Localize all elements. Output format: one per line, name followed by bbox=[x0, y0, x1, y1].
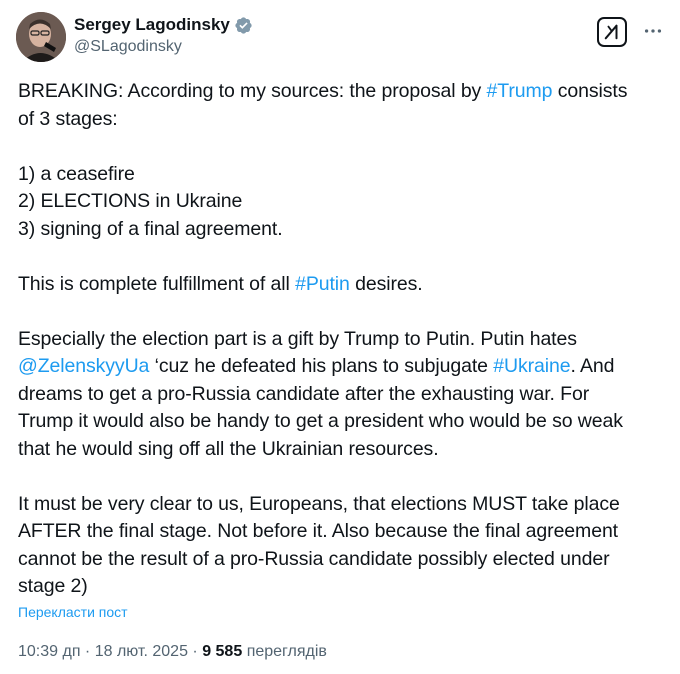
text-run: ‘cuz he defeated his plans to subjugate bbox=[149, 355, 494, 377]
tweet-line: 3) signing of a final agreement. bbox=[18, 217, 283, 240]
tweet-line: stage 2) bbox=[18, 575, 88, 597]
tweet-line: It must be very clear to us, Europeans, … bbox=[18, 492, 620, 515]
hashtag-putin[interactable]: #Putin bbox=[295, 273, 350, 295]
text-run: BREAKING: According to my sources: the p… bbox=[18, 80, 487, 102]
hashtag-ukraine[interactable]: #Ukraine bbox=[493, 355, 570, 377]
tweet-line: Especially the election part is a gift b… bbox=[18, 327, 577, 350]
tweet-line: Trump it would also be handy to get a pr… bbox=[18, 410, 623, 432]
meta-separator: · bbox=[80, 643, 95, 660]
author-block: Sergey Lagodinsky @SLagodinsky bbox=[74, 14, 253, 56]
tweet-line: BREAKING: According to my sources: the p… bbox=[18, 78, 658, 106]
text-run: This is complete fulfillment of all bbox=[18, 272, 296, 295]
author-handle[interactable]: @SLagodinsky bbox=[74, 38, 253, 56]
verified-badge-icon[interactable] bbox=[234, 16, 253, 35]
mention-zelenskyyua[interactable]: @ZelenskyyUa bbox=[18, 355, 149, 377]
grok-icon bbox=[604, 24, 618, 40]
tweet-line: cannot be the result of a pro-Russia can… bbox=[18, 547, 610, 570]
tweet-line: 2) ELECTIONS in Ukraine bbox=[18, 190, 243, 212]
avatar[interactable] bbox=[16, 12, 66, 62]
text-run: consists bbox=[552, 80, 628, 102]
author-name[interactable]: Sergey Lagodinsky bbox=[74, 15, 230, 35]
views-count: 9 585 bbox=[202, 643, 243, 660]
tweet: Sergey Lagodinsky @SLagodinsky BREAKING:… bbox=[0, 0, 680, 674]
text-run: . And bbox=[570, 355, 615, 377]
hashtag-trump[interactable]: #Trump bbox=[487, 80, 553, 102]
avatar-photo bbox=[16, 12, 66, 62]
tweet-line: @ZelenskyyUa ‘cuz he defeated his plans … bbox=[18, 353, 658, 381]
tweet-line: 1) a ceasefire bbox=[18, 162, 135, 185]
text-run: desires. bbox=[349, 272, 423, 295]
translate-post-link[interactable]: Перекласти пост bbox=[18, 604, 128, 620]
grok-button[interactable] bbox=[597, 17, 627, 47]
more-options-icon[interactable] bbox=[640, 18, 666, 44]
tweet-line: This is complete fulfillment of all #Put… bbox=[18, 271, 658, 299]
tweet-text: BREAKING: According to my sources: the p… bbox=[18, 78, 658, 601]
views-label: переглядів bbox=[246, 643, 327, 660]
tweet-line: of 3 stages: bbox=[18, 107, 118, 130]
post-date[interactable]: 18 лют. 2025 bbox=[95, 643, 188, 660]
tweet-line: dreams to get a pro-Russia candidate aft… bbox=[18, 382, 590, 405]
tweet-line: that he would sing off all the Ukrainian… bbox=[18, 437, 439, 460]
tweet-line: AFTER the final stage. Not before it. Al… bbox=[18, 520, 619, 542]
tweet-meta: 10:39 дп · 18 лют. 2025 · 9 585 перегляд… bbox=[18, 643, 327, 661]
meta-separator: · bbox=[187, 643, 203, 660]
author-name-row: Sergey Lagodinsky bbox=[74, 14, 253, 36]
post-time[interactable]: 10:39 дп bbox=[18, 643, 80, 660]
